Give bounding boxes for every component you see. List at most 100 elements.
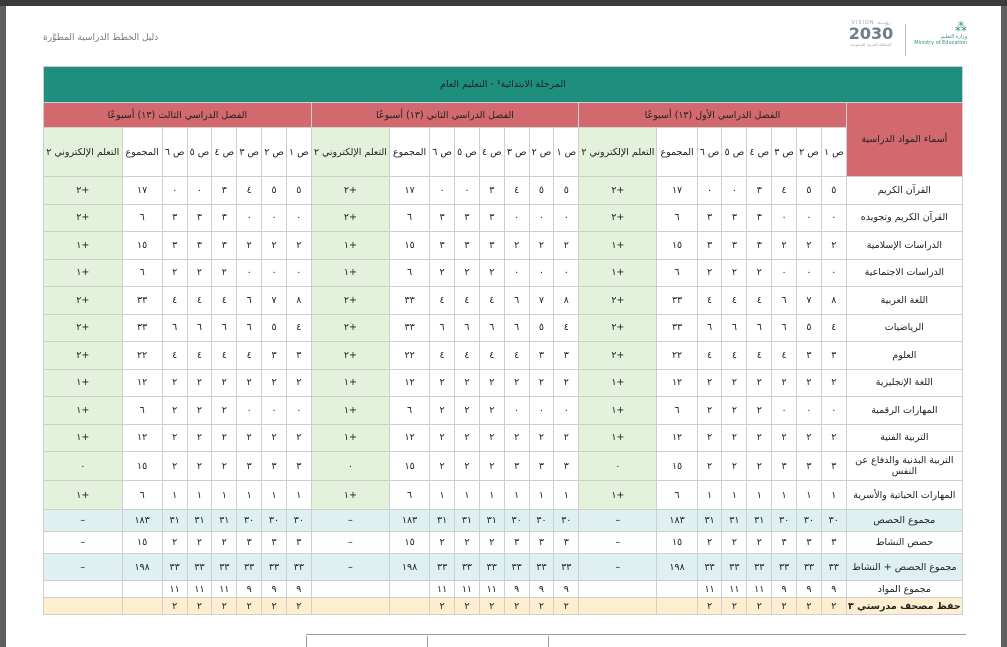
grade-value: ٢: [236, 231, 263, 260]
elearning-value: –: [43, 553, 123, 581]
grade-value: ١: [528, 480, 555, 510]
grade-value: ٢: [746, 423, 773, 452]
total-value: ١٨٣: [121, 509, 163, 532]
grade-value: ٣: [796, 341, 822, 370]
grade-value: ٣٠: [236, 509, 263, 532]
grade-value: ٣: [236, 451, 263, 481]
grade-value: ٠: [796, 258, 822, 287]
grade-value: ٣٣: [478, 553, 505, 581]
grade-value: ٨: [285, 286, 312, 315]
subject-name: حصص النشاط: [845, 531, 964, 554]
grade-value: ٣: [796, 531, 822, 554]
grade-value: ٣: [503, 451, 530, 481]
grade-value: ٣١: [478, 509, 505, 532]
grade-value: ١١: [721, 580, 748, 598]
grade-value: ٠: [236, 258, 263, 287]
grade-value: ٢: [553, 231, 580, 260]
grade-value: ٣٣: [553, 553, 580, 581]
grade-value: ٠: [820, 203, 847, 232]
ministry-name-en: Ministry of Education: [914, 40, 967, 46]
total-value: [388, 580, 431, 598]
grade-value: ٢: [186, 531, 213, 554]
grade-value: ٣: [261, 451, 287, 481]
elearning-value: +١: [578, 423, 658, 452]
subject-name: القرآن الكريم: [845, 176, 964, 205]
grade-value: ٦: [746, 313, 773, 342]
subject-name: التربية البدنية والدفاع عن النفس: [845, 451, 964, 481]
grade-value: ٢: [771, 368, 798, 397]
elearning-value: +١: [578, 480, 658, 510]
total-value: ٣٣: [656, 286, 698, 315]
grade-value: ٣١: [211, 509, 238, 532]
study-plan-table: المرحلة الابتدائية¹ - التعليم العام أسما…: [43, 66, 964, 615]
grade-value: ٣٠: [796, 509, 822, 532]
total-value: ١٢: [121, 368, 163, 397]
total-value: ١٩٨: [656, 553, 698, 581]
grade-value: ١: [478, 480, 505, 510]
vision-year: 2030: [848, 24, 894, 43]
grade-value: ٢: [696, 531, 723, 554]
elearning-value: +١: [43, 368, 123, 397]
grade-value: ١: [796, 480, 822, 510]
grade-value: ٤: [211, 341, 238, 370]
elearning-value: +٢: [43, 203, 123, 232]
grade-value: ٣٣: [236, 553, 263, 581]
grade-value: ٠: [528, 258, 555, 287]
grade-value: ٤: [186, 341, 213, 370]
grade-value: ٠: [528, 396, 555, 425]
subject-name: الدراسات الاجتماعية: [845, 258, 964, 287]
grade-value: ٢: [236, 597, 263, 615]
elearning-value: [310, 580, 391, 598]
logo-divider: [905, 24, 906, 56]
subject-name: المهارات الحياتية والأسرية: [845, 480, 964, 510]
grade-value: ٢: [503, 368, 530, 397]
elearning-value: +٢: [43, 341, 123, 370]
grade-value: ٤: [236, 176, 263, 205]
grade-value: ٣٠: [820, 509, 847, 532]
grade-value: ٤: [771, 341, 798, 370]
subject-name: حفظ مصحف مدرستي ٣: [845, 597, 964, 615]
grade-value: ٥: [285, 176, 312, 205]
grade-value: ٣١: [746, 509, 773, 532]
grade-value: ٨: [820, 286, 847, 315]
grade-value: ٢: [261, 368, 287, 397]
subject-name: مجموع المواد: [845, 580, 964, 598]
elearning-value: +٢: [310, 286, 391, 315]
elearning-header: التعلم الإلكتروني ٢: [578, 127, 658, 177]
grade-value: ٢: [478, 451, 505, 481]
total-value: [388, 597, 431, 615]
grade-value: ٢: [696, 597, 723, 615]
grade-value: ٣: [454, 231, 480, 260]
grade-value: ٣٣: [186, 553, 213, 581]
grade-value: ٦: [478, 313, 505, 342]
grade-value: ٣: [528, 451, 555, 481]
total-value: ٦: [388, 258, 431, 287]
elearning-value: ٠: [578, 451, 658, 481]
elearning-value: –: [310, 553, 391, 581]
grade-value: ٤: [478, 341, 505, 370]
elearning-value: +١: [578, 258, 658, 287]
subject-name: اللغة العربية: [845, 286, 964, 315]
total-value: ١٥: [121, 231, 163, 260]
grade-value: ٣: [503, 531, 530, 554]
grade-header: ص ٣: [236, 127, 263, 177]
grade-header: ص ٦: [696, 127, 723, 177]
table-row: حصص النشاط ٣ ٣ ٣ ٢ ٢ ٢ ١٥–٣ ٣ ٣ ٢ ٢ ٢ ١٥–٣ ٣ ٣ ٢ ٢ ٢ ١٥–: [43, 531, 964, 554]
grade-value: ٢: [478, 396, 505, 425]
total-value: ٢٢: [121, 341, 163, 370]
grade-value: ٣: [429, 231, 456, 260]
footnote-cell: [548, 636, 669, 647]
grade-value: ٢: [746, 597, 773, 615]
grade-value: ٢: [211, 258, 238, 287]
grade-value: ٠: [820, 258, 847, 287]
grade-value: ٤: [478, 286, 505, 315]
grade-value: ٢: [696, 396, 723, 425]
footnote-strip: [306, 634, 966, 647]
grade-value: ٧: [796, 286, 822, 315]
total-value: ٣٣: [121, 286, 163, 315]
grade-value: ٤: [721, 341, 748, 370]
elearning-value: +٢: [578, 313, 658, 342]
grade-value: ١١: [429, 580, 456, 598]
grade-value: ٠: [261, 203, 287, 232]
total-value: ٦: [656, 396, 698, 425]
